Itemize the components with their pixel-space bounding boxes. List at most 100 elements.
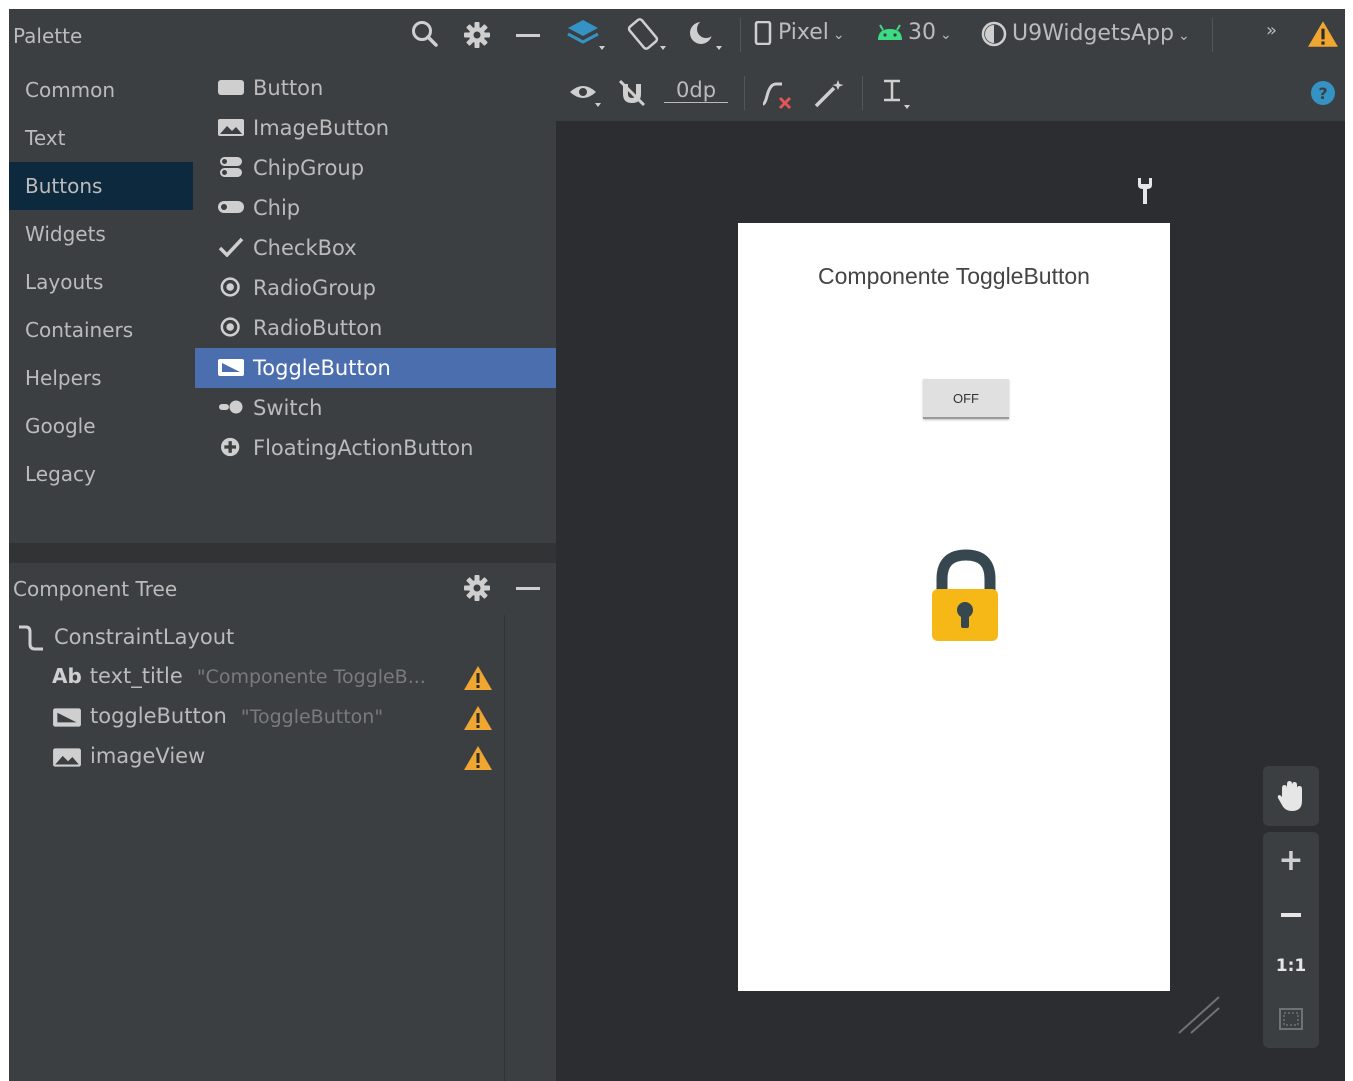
tree-hint: "Componente ToggleB... bbox=[196, 666, 426, 688]
zoom-in-icon[interactable]: + bbox=[1263, 846, 1319, 876]
category-text[interactable]: Text bbox=[9, 114, 193, 162]
chevron-down-icon: ⌄ bbox=[1178, 28, 1190, 44]
widget-item-switch[interactable]: Switch bbox=[195, 388, 556, 428]
chip-icon bbox=[218, 201, 244, 213]
category-widgets[interactable]: Widgets bbox=[9, 210, 193, 258]
checkmark-icon bbox=[218, 237, 244, 257]
radio-button-icon bbox=[220, 317, 240, 337]
panel-splitter[interactable] bbox=[9, 543, 556, 563]
toolbar-separator bbox=[1212, 18, 1213, 52]
clear-constraints-icon[interactable] bbox=[760, 78, 794, 110]
orientation-icon[interactable] bbox=[625, 18, 667, 54]
eye-icon[interactable] bbox=[568, 80, 608, 110]
magic-wand-icon[interactable] bbox=[812, 78, 846, 110]
widget-label: FloatingActionButton bbox=[253, 436, 474, 460]
widget-label: Switch bbox=[253, 396, 323, 420]
chevron-down-icon: ⌄ bbox=[940, 27, 952, 43]
widget-item-radiobutton[interactable]: RadioButton bbox=[195, 308, 556, 348]
widget-label: RadioGroup bbox=[253, 276, 376, 300]
category-google[interactable]: Google bbox=[9, 402, 193, 450]
category-buttons[interactable]: Buttons bbox=[9, 162, 193, 210]
help-icon[interactable]: ? bbox=[1309, 79, 1337, 107]
widget-item-imagebutton[interactable]: ImageButton bbox=[195, 108, 556, 148]
warning-icon[interactable] bbox=[463, 665, 493, 691]
tree-label: toggleButton bbox=[90, 704, 227, 728]
android-icon bbox=[878, 24, 902, 40]
device-selector[interactable]: Pixel ⌄ bbox=[754, 20, 845, 46]
default-margin-selector[interactable]: 0dp bbox=[664, 78, 729, 103]
night-mode-icon[interactable] bbox=[686, 18, 726, 54]
gear-icon[interactable] bbox=[463, 574, 491, 602]
category-common[interactable]: Common bbox=[9, 66, 193, 114]
widget-label: ImageButton bbox=[253, 116, 390, 140]
component-tree-title: Component Tree bbox=[13, 577, 178, 601]
padlock-image[interactable] bbox=[930, 549, 1002, 643]
widget-item-floatingactionbutton[interactable]: FloatingActionButton bbox=[195, 428, 556, 468]
widget-item-button[interactable]: Button bbox=[195, 68, 556, 108]
fab-plus-icon bbox=[221, 437, 240, 457]
theme-name: U9WidgetsApp bbox=[1012, 21, 1175, 46]
warning-icon[interactable] bbox=[1307, 20, 1339, 48]
widget-label: Chip bbox=[253, 196, 301, 220]
category-containers[interactable]: Containers bbox=[9, 306, 193, 354]
widget-item-togglebutton[interactable]: ToggleButton bbox=[195, 348, 556, 388]
widget-label: Button bbox=[253, 76, 324, 100]
magnet-off-icon[interactable] bbox=[617, 78, 647, 108]
category-legacy[interactable]: Legacy bbox=[9, 450, 193, 498]
category-layouts[interactable]: Layouts bbox=[9, 258, 193, 306]
api-level: 30 bbox=[908, 20, 936, 45]
toolbar-separator bbox=[862, 76, 863, 110]
category-helpers[interactable]: Helpers bbox=[9, 354, 193, 402]
theme-selector[interactable]: U9WidgetsApp ⌄ bbox=[980, 20, 1190, 48]
chevron-down-icon: ⌄ bbox=[832, 27, 845, 43]
widget-label: ToggleButton bbox=[253, 356, 391, 380]
tree-row-constraintlayout[interactable]: ConstraintLayout bbox=[16, 624, 234, 652]
hand-pan-icon[interactable] bbox=[1276, 779, 1306, 813]
text-title-preview[interactable]: Componente ToggleButton bbox=[738, 263, 1170, 290]
textview-icon: Ab bbox=[52, 664, 82, 688]
baseline-align-icon[interactable] bbox=[880, 78, 914, 110]
zoom-out-icon[interactable] bbox=[1281, 913, 1301, 917]
widget-label: ChipGroup bbox=[253, 156, 365, 180]
toggle-button-icon bbox=[53, 708, 81, 727]
widget-item-radiogroup[interactable]: RadioGroup bbox=[195, 268, 556, 308]
tree-label: ConstraintLayout bbox=[54, 625, 235, 649]
button-icon bbox=[218, 80, 244, 95]
tree-row-imageview[interactable]: imageView bbox=[52, 744, 205, 768]
radio-group-icon bbox=[220, 277, 240, 297]
tree-row-text-title[interactable]: Ab text_title "Componente ToggleB... bbox=[52, 664, 426, 688]
zoom-actual-size[interactable]: 1:1 bbox=[1263, 956, 1319, 976]
api-level-selector[interactable]: 30 ⌄ bbox=[876, 20, 952, 45]
theme-icon bbox=[981, 21, 1007, 47]
minimize-icon[interactable] bbox=[516, 587, 540, 590]
more-actions[interactable]: » bbox=[1266, 20, 1277, 41]
resize-handle-icon[interactable] bbox=[1175, 995, 1221, 1035]
warning-icon[interactable] bbox=[463, 745, 493, 771]
zoom-to-fit-icon[interactable] bbox=[1278, 1007, 1304, 1031]
widget-item-chipgroup[interactable]: ChipGroup bbox=[195, 148, 556, 188]
wrench-icon[interactable] bbox=[1133, 176, 1157, 206]
warning-icon[interactable] bbox=[463, 705, 493, 731]
tree-hint: "ToggleButton" bbox=[240, 706, 384, 728]
widget-item-chip[interactable]: Chip bbox=[195, 188, 556, 228]
gear-icon[interactable] bbox=[463, 21, 491, 49]
widget-label: RadioButton bbox=[253, 316, 383, 340]
toggle-button-preview[interactable]: OFF bbox=[923, 379, 1009, 419]
default-margin-value: 0dp bbox=[664, 78, 729, 103]
device-preview[interactable]: Componente ToggleButton OFF bbox=[738, 223, 1170, 991]
phone-icon bbox=[754, 20, 772, 46]
chip-group-icon bbox=[220, 157, 242, 177]
widget-item-checkbox[interactable]: CheckBox bbox=[195, 228, 556, 268]
search-icon[interactable] bbox=[410, 19, 440, 49]
switch-icon bbox=[219, 400, 243, 414]
tree-label: text_title bbox=[89, 664, 183, 688]
image-view-icon bbox=[53, 748, 81, 767]
design-surface-layers-icon[interactable] bbox=[566, 18, 606, 54]
image-button-icon bbox=[218, 119, 244, 136]
toolbar-separator bbox=[744, 76, 745, 110]
minimize-icon[interactable] bbox=[516, 34, 540, 37]
toolbar-separator bbox=[740, 18, 741, 52]
svg-text:?: ? bbox=[1318, 84, 1327, 103]
tree-row-togglebutton[interactable]: toggleButton "ToggleButton" bbox=[52, 704, 383, 728]
component-tree-gutter bbox=[504, 615, 556, 1081]
